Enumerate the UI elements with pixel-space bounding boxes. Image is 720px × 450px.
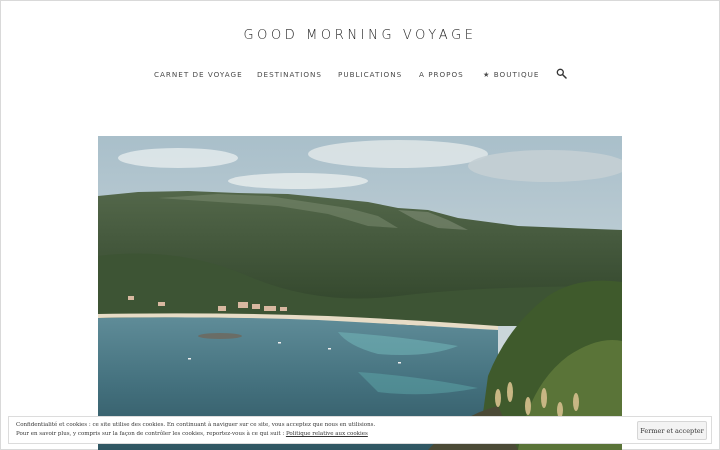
nav-item-carnet-de-voyage[interactable]: CARNET DE VOYAGE: [154, 70, 243, 79]
search-icon[interactable]: [556, 68, 567, 79]
cookie-banner: Confidentialité et cookies : ce site uti…: [8, 416, 712, 444]
nav-item-publications[interactable]: PUBLICATIONS: [338, 70, 402, 79]
cookie-text-line2-prefix: Pour en savoir plus, y compris sur la fa…: [16, 431, 286, 437]
cookie-text: Confidentialité et cookies : ce site uti…: [16, 421, 375, 439]
accept-cookies-button[interactable]: Fermer et accepter: [637, 421, 707, 440]
main-nav: CARNET DE VOYAGE DESTINATIONS PUBLICATIO…: [0, 68, 720, 82]
nav-item-boutique[interactable]: ★ BOUTIQUE: [483, 70, 539, 79]
cookie-text-line2: Pour en savoir plus, y compris sur la fa…: [16, 430, 375, 439]
site-title[interactable]: GOOD MORNING VOYAGE: [0, 28, 720, 43]
cookie-text-line1: Confidentialité et cookies : ce site uti…: [16, 422, 376, 428]
hero-image[interactable]: [98, 136, 622, 450]
nav-item-a-propos[interactable]: A PROPOS: [419, 70, 464, 79]
cookie-policy-link[interactable]: Politique relative aux cookies: [286, 431, 368, 437]
nav-item-destinations[interactable]: DESTINATIONS: [257, 70, 322, 79]
